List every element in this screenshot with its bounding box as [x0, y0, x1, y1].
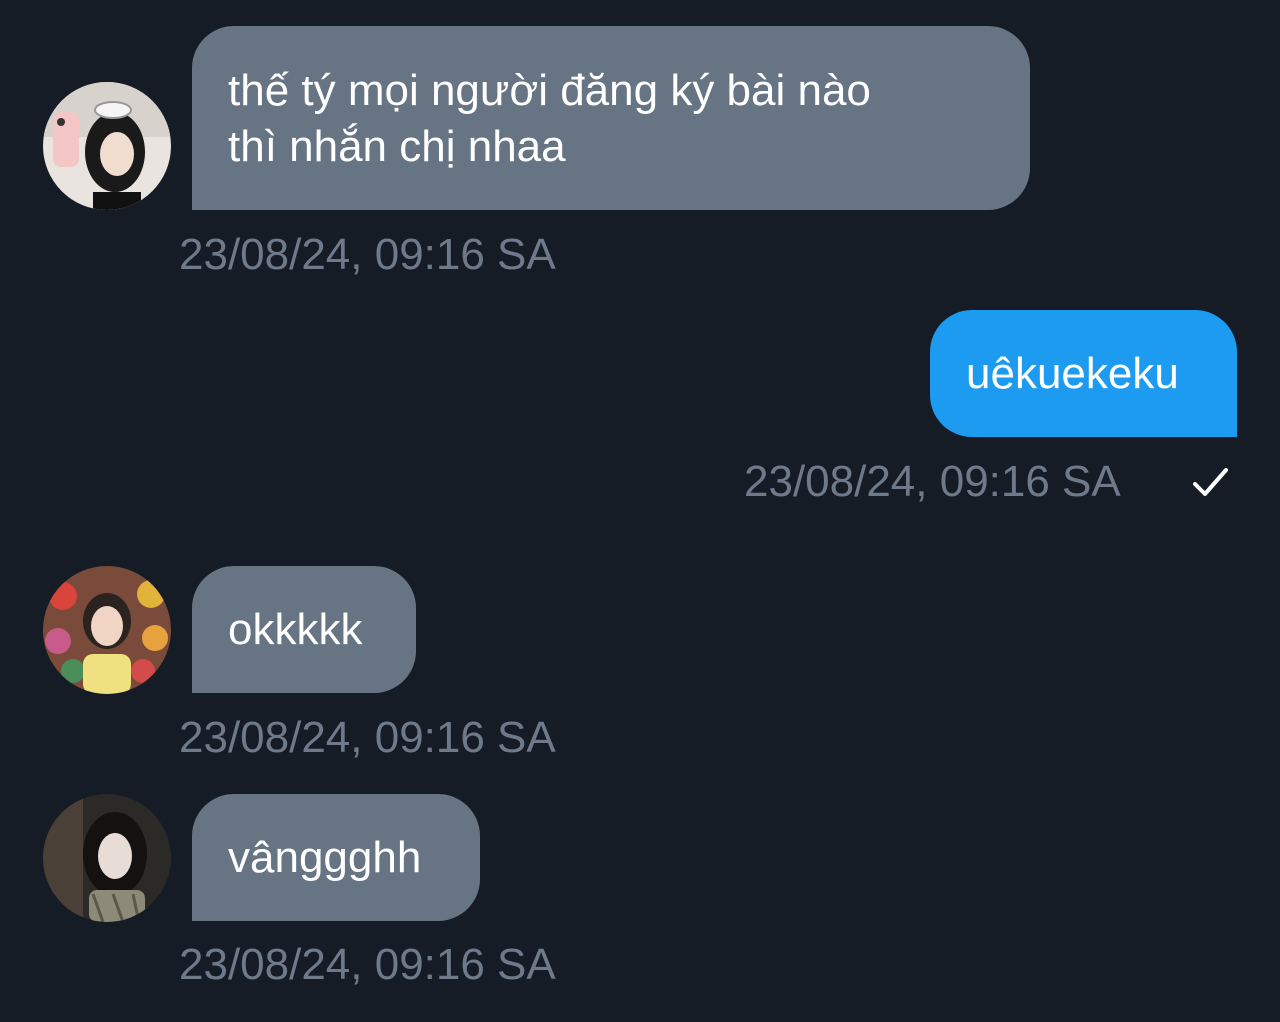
sender-avatar[interactable] — [43, 794, 171, 922]
message-text-line: thì nhắn chị nhaa — [228, 122, 566, 171]
message-timestamp: 23/08/24, 09:16 SA — [179, 940, 556, 989]
message-timestamp: 23/08/24, 09:16 SA — [179, 230, 556, 279]
avatar-photo-icon — [43, 794, 171, 922]
sender-avatar[interactable] — [43, 566, 171, 694]
message-text: okkkkk — [228, 605, 363, 654]
avatar-photo-icon — [43, 82, 171, 210]
sender-avatar[interactable] — [43, 82, 171, 210]
message-text: vânggghh — [228, 833, 422, 882]
message-bubble[interactable]: uêkuekeku — [930, 310, 1237, 437]
check-icon — [1193, 468, 1228, 496]
message-timestamp: 23/08/24, 09:16 SA — [179, 713, 556, 762]
avatar-photo-icon — [43, 566, 171, 694]
chat-thread: thế tý mọi người đăng ký bài nào thì nhắ… — [0, 0, 1280, 1022]
message-timestamp: 23/08/24, 09:16 SA — [744, 457, 1121, 506]
message-bubble[interactable]: thế tý mọi người đăng ký bài nào thì nhắ… — [192, 26, 1030, 210]
message-text: uêkuekeku — [966, 349, 1179, 398]
message-text-line: thế tý mọi người đăng ký bài nào — [228, 66, 871, 115]
message-bubble[interactable]: okkkkk — [192, 566, 416, 693]
message-bubble[interactable]: vânggghh — [192, 794, 480, 921]
